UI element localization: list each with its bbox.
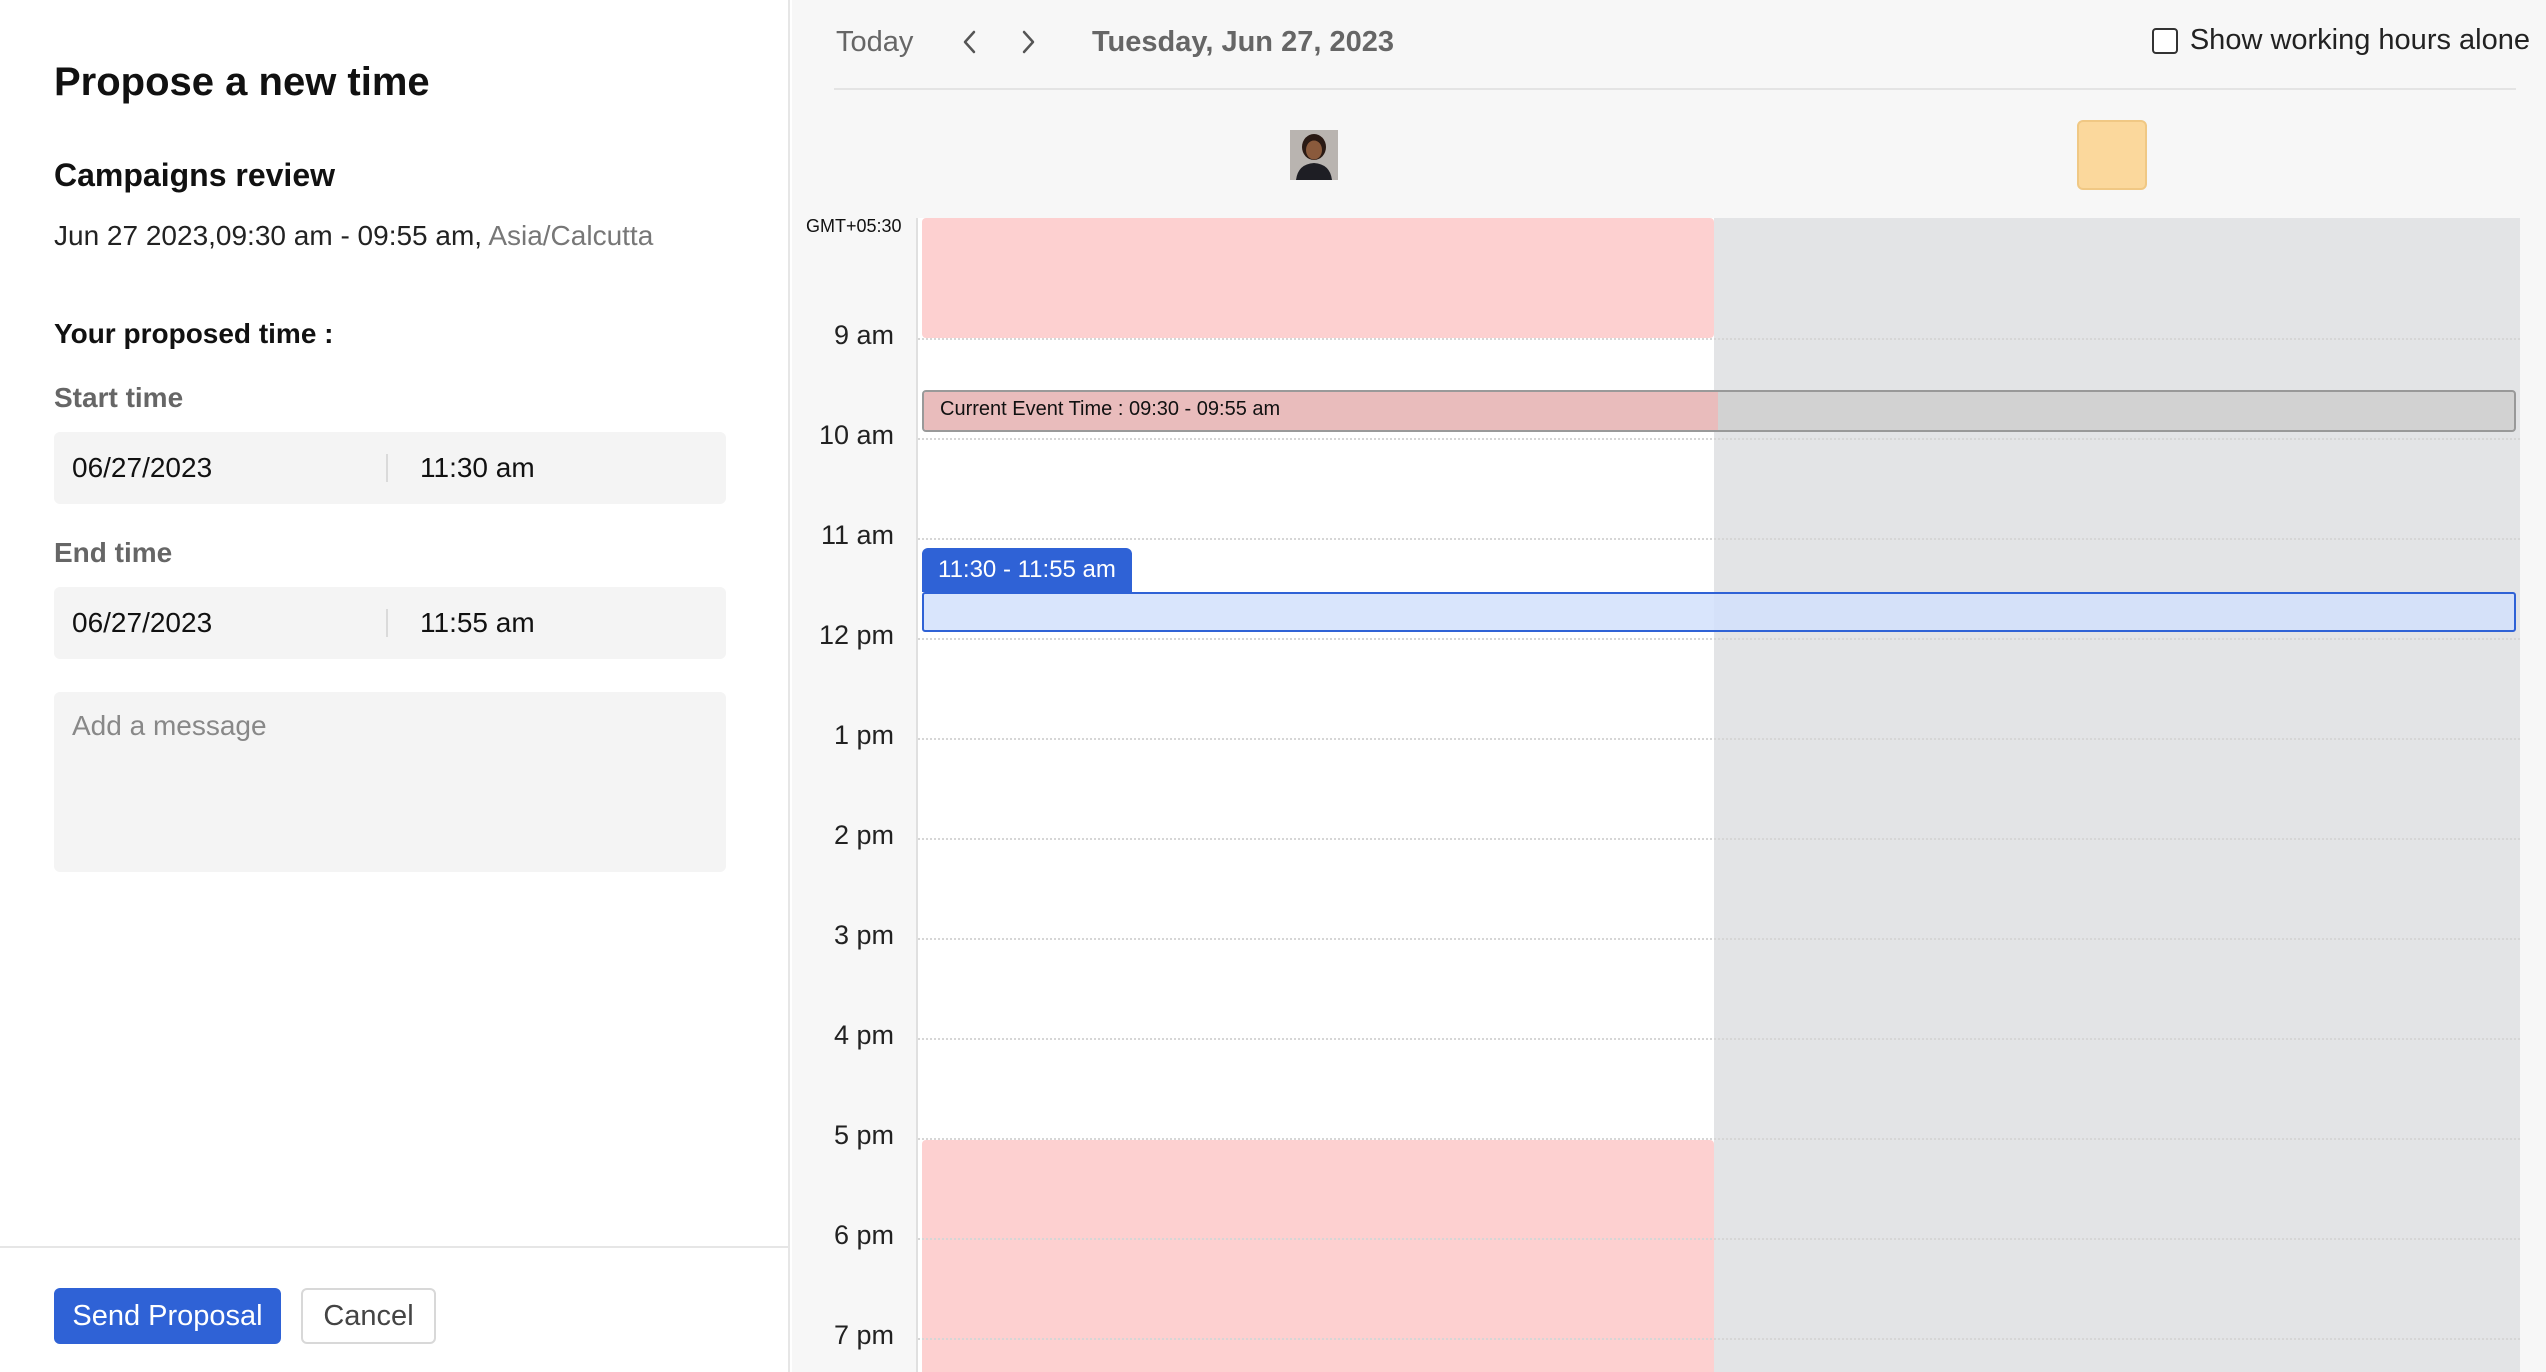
proposed-time-heading: Your proposed time : <box>54 318 334 349</box>
hour-line <box>918 438 2520 440</box>
hour-line <box>918 338 2520 340</box>
toolbar-divider <box>834 88 2516 90</box>
event-time-range: Jun 27 2023,09:30 am - 09:55 am, <box>54 220 483 251</box>
hour-label: 1 pm <box>833 720 894 750</box>
hour-label: 12 pm <box>818 620 894 650</box>
hour-label: 9 am <box>833 320 894 350</box>
start-time-field: 06/27/2023 11:30 am <box>54 432 726 504</box>
chevron-left-icon[interactable] <box>952 22 988 62</box>
hour-label: 10 am <box>818 420 894 450</box>
proposed-time-block[interactable] <box>922 592 2516 632</box>
hour-label: 5 pm <box>833 1120 894 1150</box>
footer-divider <box>0 1246 790 1248</box>
working-hours-checkbox[interactable] <box>2151 27 2178 54</box>
propose-time-panel: Propose a new time Campaigns review Jun … <box>0 0 790 1372</box>
event-name: Campaigns review <box>54 157 335 193</box>
hour-label: 6 pm <box>833 1220 894 1250</box>
working-hours-toggle[interactable]: Show working hours alone <box>2151 24 2530 57</box>
hour-label: 2 pm <box>833 820 894 850</box>
calendar-grid[interactable]: Current Event Time : 09:30 - 09:55 am 11… <box>916 218 2520 1372</box>
hour-line <box>918 1038 2520 1040</box>
message-textarea[interactable]: Add a message <box>54 692 726 872</box>
event-time: Jun 27 2023,09:30 am - 09:55 am, Asia/Ca… <box>54 220 653 252</box>
hour-line <box>918 1138 2520 1140</box>
send-proposal-button[interactable]: Send Proposal <box>54 1288 281 1344</box>
timezone-label: GMT+05:30 <box>806 216 902 236</box>
hour-label: 7 pm <box>833 1320 894 1350</box>
hour-label: 3 pm <box>833 920 894 950</box>
current-event-block: Current Event Time : 09:30 - 09:55 am <box>922 390 2516 432</box>
start-date-input[interactable]: 06/27/2023 <box>54 454 388 482</box>
hour-line <box>918 738 2520 740</box>
avatar <box>1290 130 1338 180</box>
hour-line <box>918 1238 2520 1240</box>
current-date-label: Tuesday, Jun 27, 2023 <box>1092 26 1394 58</box>
start-time-input[interactable]: 11:30 am <box>388 454 535 482</box>
dialog-title: Propose a new time <box>54 60 430 104</box>
cancel-button[interactable]: Cancel <box>301 1288 436 1344</box>
end-time-label: End time <box>54 537 173 568</box>
end-time-field: 06/27/2023 11:55 am <box>54 587 726 659</box>
proposed-time-tag[interactable]: 11:30 - 11:55 am <box>922 548 1132 592</box>
avatar-placeholder <box>2077 120 2147 190</box>
start-time-label: Start time <box>54 382 184 413</box>
propose-time-screen: Propose a new time Campaigns review Jun … <box>0 0 2546 1372</box>
chevron-right-icon[interactable] <box>1010 22 1046 62</box>
hour-line <box>918 838 2520 840</box>
hour-line <box>918 1338 2520 1340</box>
end-date-input[interactable]: 06/27/2023 <box>54 609 388 637</box>
hour-line <box>918 538 2520 540</box>
calendar-panel: Today Tuesday, Jun 27, 2023 Show working… <box>792 0 2546 1372</box>
hour-line <box>918 938 2520 940</box>
working-hours-label: Show working hours alone <box>2189 24 2530 56</box>
current-event-label: Current Event Time : 09:30 - 09:55 am <box>940 398 1281 420</box>
hour-label: 4 pm <box>833 1020 894 1050</box>
busy-block <box>922 218 1714 338</box>
hour-line <box>918 638 2520 640</box>
hour-label: 11 am <box>820 520 894 550</box>
end-time-input[interactable]: 11:55 am <box>388 609 535 637</box>
today-button[interactable]: Today <box>836 26 913 59</box>
event-timezone: Asia/Calcutta <box>488 220 654 251</box>
